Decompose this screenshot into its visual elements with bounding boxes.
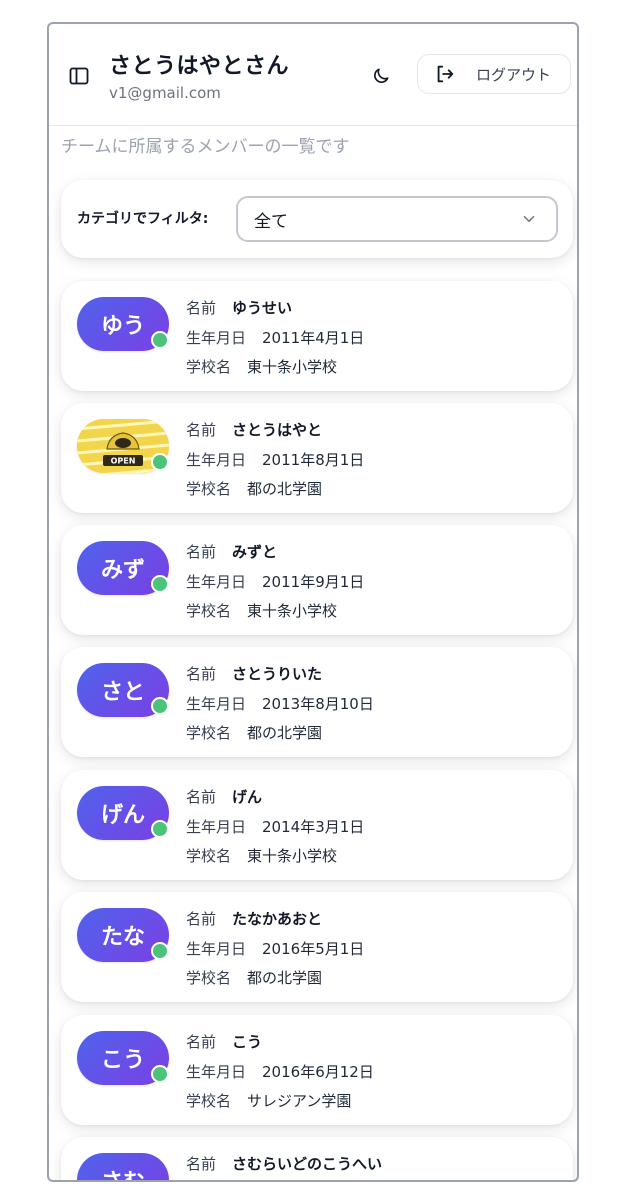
birthday-label: 生年月日: [186, 451, 247, 469]
app-frame: さとうはやとさん v1@gmail.com ログアウト チームに所属するメンバー…: [47, 22, 579, 1182]
name-label: 名前: [186, 543, 217, 561]
school-label: 学校名: [186, 847, 232, 865]
birthday-label: 生年月日: [186, 329, 247, 347]
sidebar-panel-icon[interactable]: [67, 64, 91, 88]
member-school: 都の北学園: [247, 480, 323, 498]
user-email: v1@gmail.com: [109, 84, 221, 102]
name-label: 名前: [186, 421, 217, 439]
member-card[interactable]: こう 名前 こう 生年月日 2016年6月12日 学校名 サレジアン学園: [61, 1015, 573, 1125]
online-status-dot: [151, 820, 169, 838]
member-birthday: 2013年8月10日: [262, 695, 374, 713]
member-name: たなかあおと: [232, 910, 323, 928]
school-label: 学校名: [186, 480, 232, 498]
member-card[interactable]: ゆう 名前 ゆうせい 生年月日 2011年4月1日 学校名 東十条小学校: [61, 281, 573, 391]
online-status-dot: [151, 697, 169, 715]
school-label: 学校名: [186, 1092, 232, 1110]
online-status-dot: [151, 942, 169, 960]
name-label: 名前: [186, 665, 217, 683]
birthday-label: 生年月日: [186, 818, 247, 836]
member-school: 東十条小学校: [247, 847, 338, 865]
category-filter-select[interactable]: 全て: [236, 196, 558, 242]
filter-selected-value: 全て: [254, 211, 288, 232]
online-status-dot: [151, 453, 169, 471]
member-name: こう: [232, 1033, 263, 1051]
avatar: さむ: [77, 1153, 169, 1180]
name-label: 名前: [186, 1155, 217, 1173]
member-birthday: 2014年3月1日: [262, 818, 365, 836]
member-card[interactable]: OPEN 名前 さとうはやと 生年月日 2011年8月1日 学校名 都の北学園: [61, 403, 573, 513]
member-name: ゆうせい: [232, 299, 293, 317]
member-birthday: 2011年9月1日: [262, 573, 365, 591]
user-name: さとうはやとさん: [109, 54, 290, 79]
member-school: 東十条小学校: [247, 358, 338, 376]
member-name: さとうはやと: [232, 421, 323, 439]
school-label: 学校名: [186, 969, 232, 987]
logout-icon: [434, 63, 456, 85]
school-label: 学校名: [186, 602, 232, 620]
online-status-dot: [151, 1065, 169, 1083]
member-school: 都の北学園: [247, 724, 323, 742]
school-label: 学校名: [186, 358, 232, 376]
member-card[interactable]: さむ 名前さむらいどのこうへい: [61, 1137, 573, 1180]
moon-icon[interactable]: [369, 64, 393, 88]
page-subtitle: チームに所属するメンバーの一覧です: [61, 137, 350, 157]
school-label: 学校名: [186, 724, 232, 742]
open-sign-text: OPEN: [111, 457, 136, 466]
name-label: 名前: [186, 910, 217, 928]
member-name: さとうりいた: [232, 665, 323, 683]
header: さとうはやとさん v1@gmail.com ログアウト: [49, 24, 577, 126]
logout-label: ログアウト: [476, 65, 552, 84]
birthday-label: 生年月日: [186, 1063, 247, 1081]
member-birthday: 2016年6月12日: [262, 1063, 374, 1081]
filter-card: カテゴリでフィルタ: 全て: [61, 180, 573, 258]
member-card[interactable]: さと 名前 さとうりいた 生年月日 2013年8月10日 学校名 都の北学園: [61, 647, 573, 757]
name-label: 名前: [186, 1033, 217, 1051]
chevron-down-icon: [520, 210, 538, 228]
member-birthday: 2011年8月1日: [262, 451, 365, 469]
filter-label: カテゴリでフィルタ:: [77, 211, 209, 227]
member-birthday: 2016年5月1日: [262, 940, 365, 958]
member-name: さむらいどのこうへい: [232, 1155, 383, 1173]
birthday-label: 生年月日: [186, 695, 247, 713]
name-label: 名前: [186, 788, 217, 806]
member-card[interactable]: げん 名前 げん 生年月日 2014年3月1日 学校名 東十条小学校: [61, 770, 573, 880]
online-status-dot: [151, 331, 169, 349]
birthday-label: 生年月日: [186, 940, 247, 958]
member-card[interactable]: たな 名前 たなかあおと 生年月日 2016年5月1日 学校名 都の北学園: [61, 892, 573, 1002]
birthday-label: 生年月日: [186, 573, 247, 591]
member-school: 東十条小学校: [247, 602, 338, 620]
member-school: 都の北学園: [247, 969, 323, 987]
member-name: げん: [232, 788, 263, 806]
name-label: 名前: [186, 299, 217, 317]
member-school: サレジアン学園: [247, 1092, 352, 1110]
logout-button[interactable]: ログアウト: [417, 54, 571, 94]
member-card[interactable]: みず 名前 みずと 生年月日 2011年9月1日 学校名 東十条小学校: [61, 525, 573, 635]
online-status-dot: [151, 575, 169, 593]
member-name: みずと: [232, 543, 278, 561]
member-birthday: 2011年4月1日: [262, 329, 365, 347]
